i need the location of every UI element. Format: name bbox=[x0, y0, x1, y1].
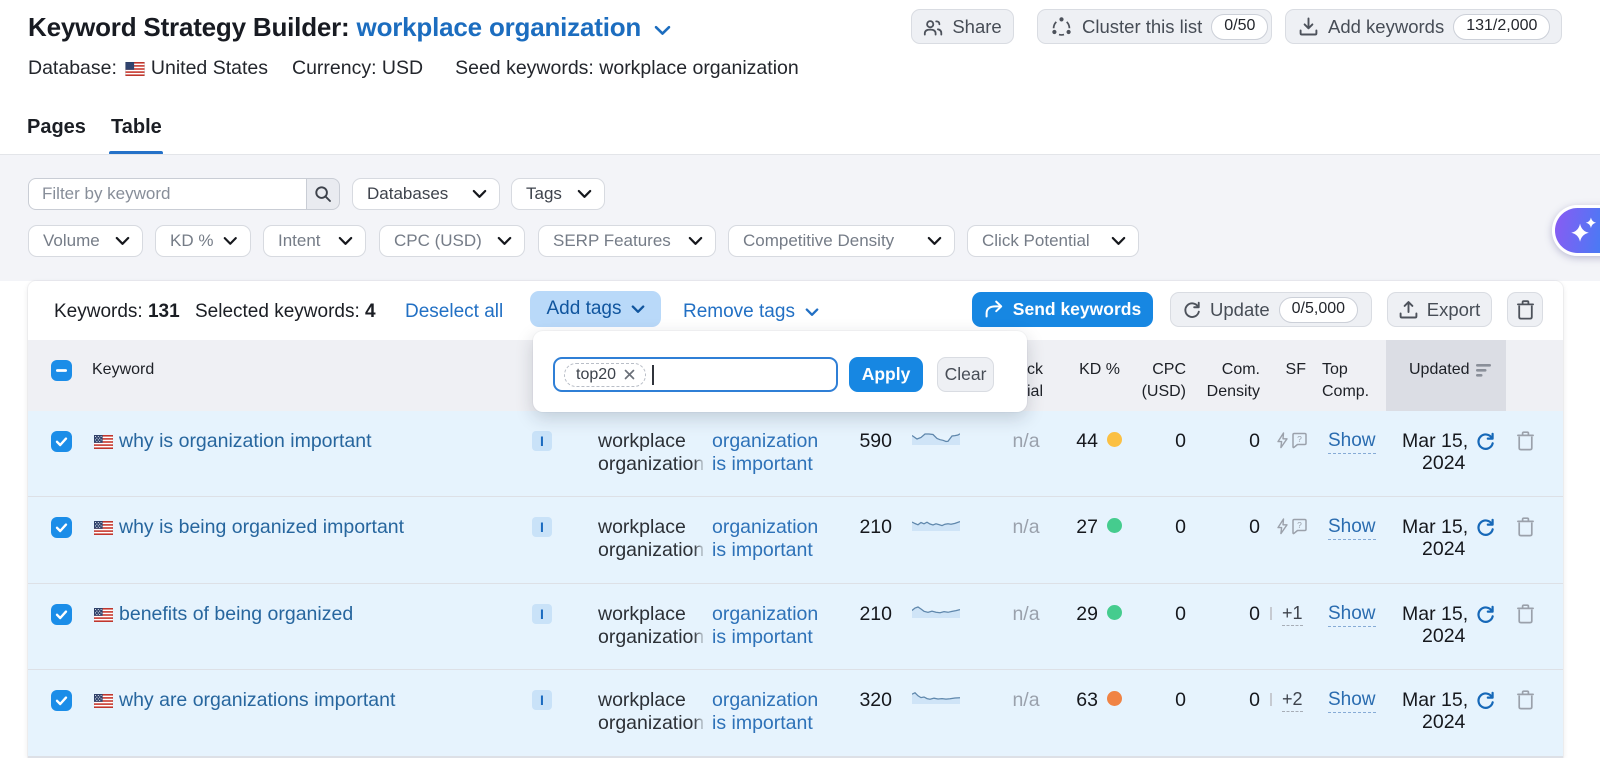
svg-text:?: ? bbox=[1297, 520, 1302, 530]
svg-text:?: ? bbox=[1297, 434, 1302, 444]
